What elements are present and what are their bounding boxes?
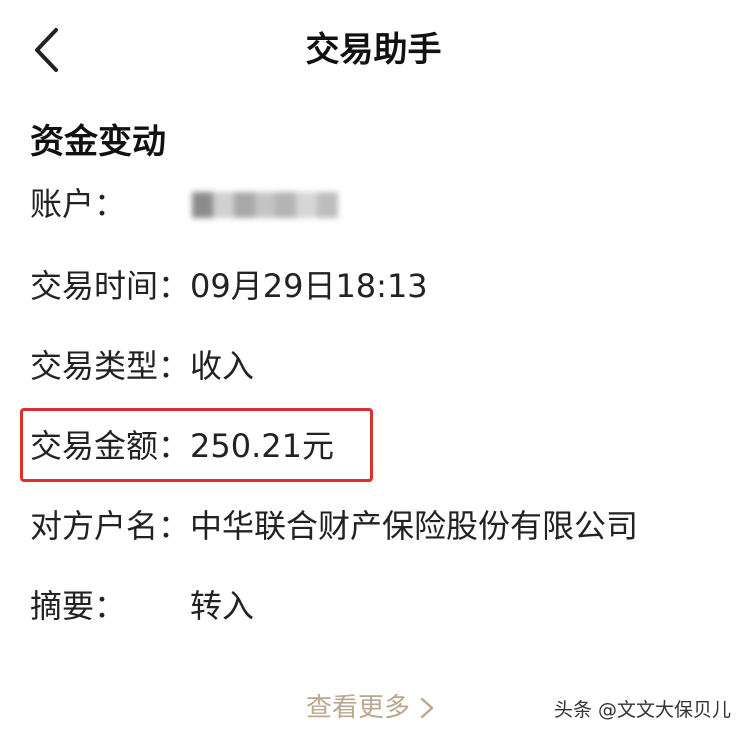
view-more-link[interactable]: 查看更多: [306, 688, 436, 728]
summary-value: 转入: [190, 587, 255, 625]
counterparty-row: 对方户名： 中华联合财产保险股份有限公司: [30, 502, 730, 550]
account-masked-value: [192, 192, 339, 218]
counterparty-value: 中华联合财产保险股份有限公司: [190, 507, 639, 545]
transaction-type-row: 交易类型： 收入: [30, 342, 730, 390]
transaction-amount-row: 交易金额： 250.21元: [30, 422, 730, 470]
counterparty-label: 对方户名：: [30, 507, 191, 545]
summary-row: 摘要： 转入: [30, 582, 730, 630]
view-more-label: 查看更多: [306, 693, 411, 723]
chevron-right-icon: [420, 697, 434, 719]
transaction-amount-value: 250.21元: [190, 427, 334, 465]
transaction-amount-label: 交易金额：: [30, 427, 191, 465]
summary-label: 摘要：: [30, 587, 127, 625]
account-label: 账户：: [30, 185, 127, 223]
transaction-time-label: 交易时间：: [30, 267, 191, 305]
account-row: 账户：: [30, 180, 730, 228]
transaction-time-row: 交易时间： 09月29日18:13: [30, 262, 730, 310]
transaction-time-value: 09月29日18:13: [190, 267, 428, 305]
transaction-type-value: 收入: [190, 347, 255, 385]
section-title: 资金变动: [30, 122, 166, 162]
watermark-text: 头条 @文文大保贝儿: [553, 699, 731, 721]
page-title: 交易助手: [305, 30, 442, 70]
transaction-type-label: 交易类型：: [30, 347, 191, 385]
